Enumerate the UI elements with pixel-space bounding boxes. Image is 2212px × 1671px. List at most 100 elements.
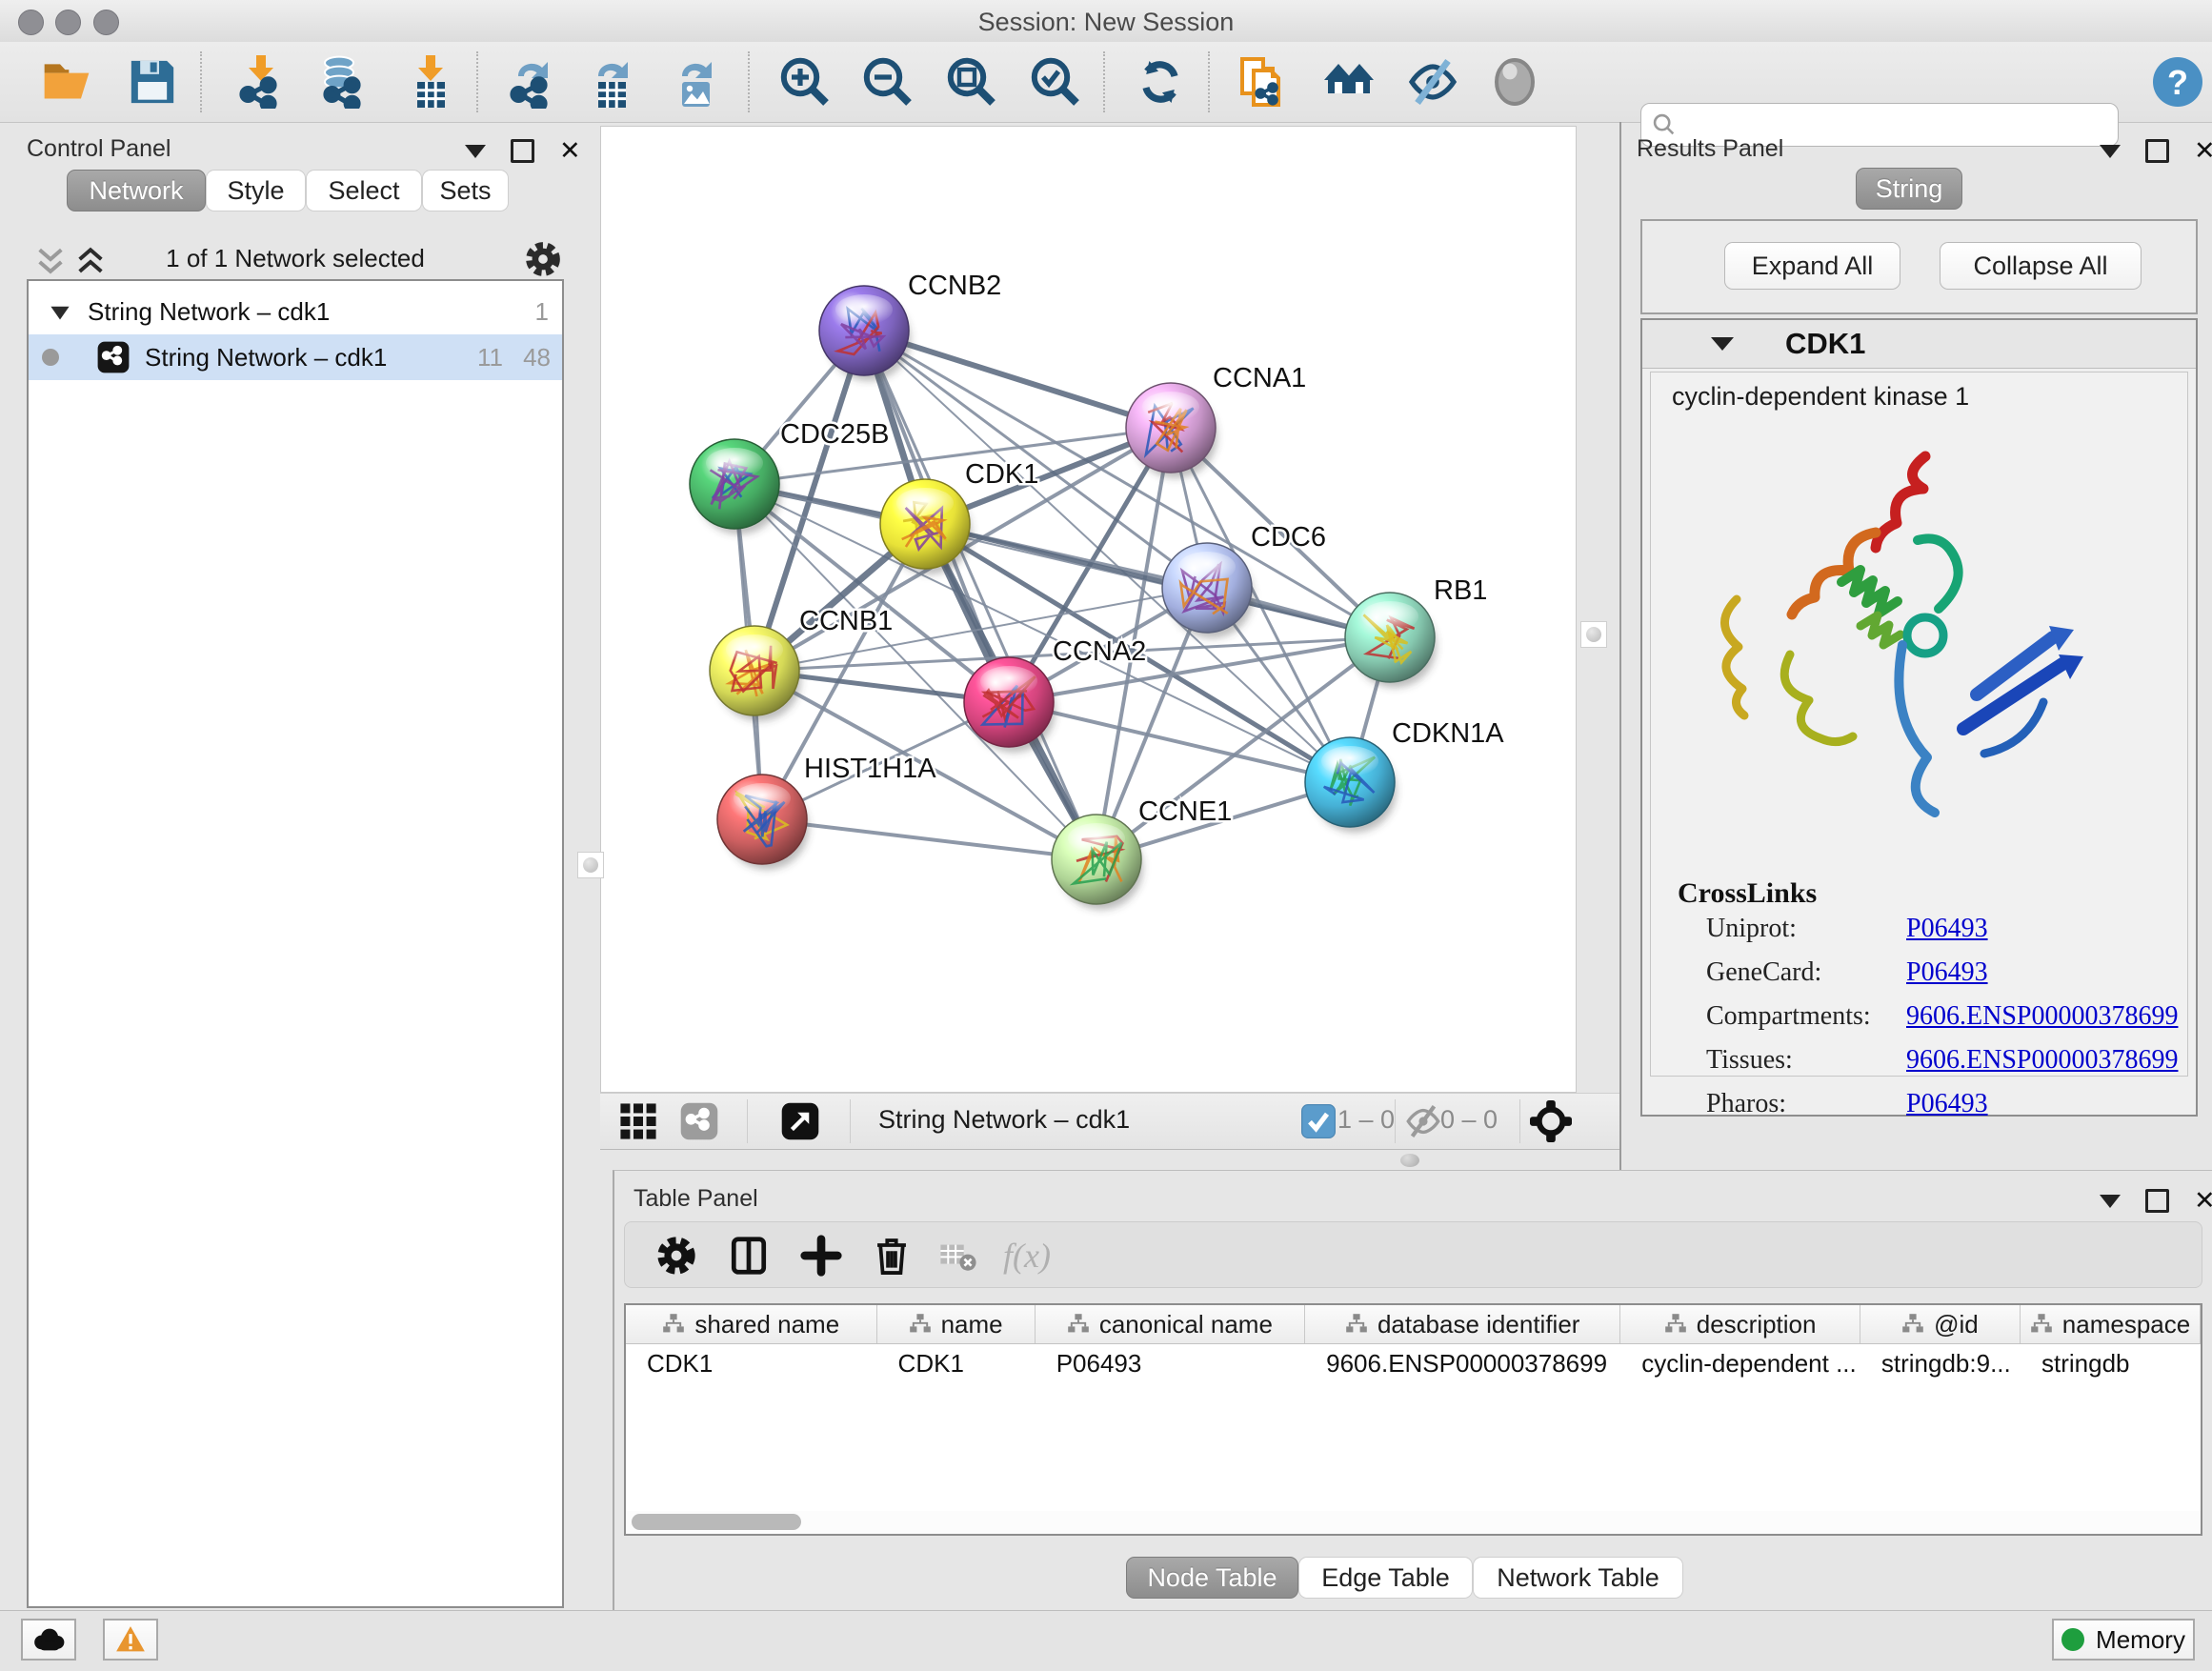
- export-image-icon[interactable]: [669, 55, 722, 109]
- add-column-icon[interactable]: [800, 1235, 842, 1277]
- network-node-HIST1H1A[interactable]: [717, 775, 809, 870]
- import-network-file-icon[interactable]: [234, 55, 288, 109]
- expand-all-button[interactable]: Expand All: [1724, 242, 1900, 290]
- network-node-CCNE1[interactable]: [1052, 815, 1143, 910]
- tab-style[interactable]: Style: [206, 170, 306, 211]
- column-header-canonical-name[interactable]: canonical name: [1036, 1305, 1305, 1343]
- node-table[interactable]: shared name name canonical name database id…: [624, 1303, 2202, 1536]
- column-header-description[interactable]: description: [1620, 1305, 1860, 1343]
- crosslink-link[interactable]: P06493: [1906, 914, 1988, 944]
- column-header-shared-name[interactable]: shared name: [626, 1305, 877, 1343]
- cloud-status-button[interactable]: [21, 1619, 76, 1661]
- network-node-CCNB1[interactable]: [710, 626, 801, 721]
- network-row-selected[interactable]: String Network – cdk1 11 48: [29, 334, 562, 380]
- tab-select[interactable]: Select: [306, 170, 422, 211]
- memory-button[interactable]: Memory: [2052, 1619, 2195, 1661]
- tab-network[interactable]: Network: [67, 170, 206, 211]
- tab-string[interactable]: String: [1856, 168, 1962, 210]
- zoom-selected-icon[interactable]: [1029, 55, 1082, 109]
- network-options-gear-icon[interactable]: [524, 240, 562, 278]
- network-node-label: RB1: [1434, 575, 1487, 606]
- tab-node-table[interactable]: Node Table: [1126, 1557, 1298, 1599]
- horizontal-splitter-handle[interactable]: [1400, 1154, 1419, 1167]
- network-view-icon[interactable]: [680, 1102, 718, 1140]
- column-header-namespace[interactable]: namespace: [2021, 1305, 2201, 1343]
- gene-section-header[interactable]: CDK1: [1642, 320, 2196, 369]
- delete-column-icon[interactable]: [871, 1235, 913, 1277]
- selected-indicator-checkbox[interactable]: [1301, 1104, 1336, 1138]
- table-cell[interactable]: stringdb: [2021, 1343, 2201, 1383]
- column-header-label: name: [941, 1310, 1003, 1339]
- crosslink-link[interactable]: 9606.ENSP00000378699: [1906, 1045, 2178, 1076]
- zoom-out-icon[interactable]: [861, 55, 915, 109]
- float-panel-icon[interactable]: [2145, 1189, 2169, 1213]
- open-session-icon[interactable]: [40, 55, 93, 109]
- toolbar-separator: [200, 51, 202, 112]
- network-graph[interactable]: CCNB2CCNA1CDC25BCDK1CDC6RB1CCNB1CCNA2CDK…: [601, 127, 1578, 1094]
- crosslink-link[interactable]: P06493: [1906, 957, 1988, 988]
- help-icon[interactable]: ?: [2151, 55, 2204, 109]
- birds-eye-toggle-icon[interactable]: [1530, 1100, 1572, 1142]
- warnings-button[interactable]: [103, 1619, 158, 1661]
- hide-selected-icon[interactable]: [1406, 55, 1459, 109]
- crosslink-link[interactable]: 9606.ENSP00000378699: [1906, 1001, 2178, 1032]
- column-header-label: database identifier: [1377, 1310, 1579, 1339]
- network-node-CCNA2[interactable]: [964, 657, 1056, 753]
- collapse-panel-icon[interactable]: [465, 145, 486, 158]
- network-node-CCNA1[interactable]: [1126, 383, 1217, 478]
- network-node-CDC6[interactable]: [1162, 543, 1254, 638]
- tab-network-table[interactable]: Network Table: [1473, 1557, 1683, 1599]
- network-node-RB1[interactable]: [1345, 593, 1437, 688]
- zoom-in-icon[interactable]: [778, 55, 832, 109]
- export-network-icon[interactable]: [505, 55, 558, 109]
- network-node-CDKN1A[interactable]: [1305, 737, 1397, 833]
- crosslink-label: Uniprot:: [1706, 914, 1797, 944]
- column-header--id[interactable]: @id: [1860, 1305, 2021, 1343]
- tab-edge-table[interactable]: Edge Table: [1298, 1557, 1473, 1599]
- table-cell[interactable]: P06493: [1036, 1343, 1305, 1383]
- gene-expand-icon[interactable]: [1711, 337, 1734, 351]
- scrollbar-thumb[interactable]: [632, 1514, 801, 1530]
- close-panel-icon[interactable]: ✕: [559, 138, 581, 164]
- zoom-fit-icon[interactable]: [945, 55, 998, 109]
- toggle-columns-icon[interactable]: [728, 1235, 770, 1277]
- duplicate-network-icon[interactable]: [1237, 55, 1290, 109]
- show-all-icon[interactable]: [1488, 55, 1541, 109]
- left-splitter-handle[interactable]: [577, 852, 604, 878]
- right-splitter-handle[interactable]: [1580, 621, 1607, 648]
- column-header-database-identifier[interactable]: database identifier: [1305, 1305, 1620, 1343]
- export-table-icon[interactable]: [585, 55, 638, 109]
- table-cell[interactable]: stringdb:9...: [1860, 1343, 2021, 1383]
- table-row[interactable]: CDK1CDK1P064939606.ENSP00000378699cyclin…: [626, 1343, 2201, 1383]
- crosslink-link[interactable]: P06493: [1906, 1089, 1988, 1119]
- tab-sets[interactable]: Sets: [422, 170, 509, 211]
- float-panel-icon[interactable]: [2145, 139, 2169, 163]
- table-cell[interactable]: cyclin-dependent ...: [1620, 1343, 1860, 1383]
- grid-view-icon[interactable]: [619, 1102, 657, 1140]
- import-network-database-icon[interactable]: [318, 55, 372, 109]
- network-collection-row[interactable]: String Network – cdk1 1: [29, 289, 562, 334]
- first-neighbors-icon[interactable]: [1322, 55, 1376, 109]
- crosslinks-title: CrossLinks: [1678, 877, 1817, 910]
- table-settings-gear-icon[interactable]: [655, 1235, 697, 1277]
- collapse-panel-icon[interactable]: [2100, 1195, 2121, 1208]
- apply-layout-icon[interactable]: [1134, 55, 1187, 109]
- network-node-CDC25B[interactable]: [690, 439, 781, 534]
- save-session-icon[interactable]: [126, 55, 179, 109]
- column-header-name[interactable]: name: [877, 1305, 1036, 1343]
- network-canvas[interactable]: CCNB2CCNA1CDC25BCDK1CDC6RB1CCNB1CCNA2CDK…: [600, 126, 1577, 1093]
- crosslink-row: Pharos:P06493: [1706, 1089, 2173, 1133]
- detach-view-icon[interactable]: [781, 1102, 819, 1140]
- table-horizontal-scrollbar[interactable]: [626, 1511, 2201, 1534]
- close-panel-icon[interactable]: ✕: [2194, 1188, 2212, 1214]
- float-panel-icon[interactable]: [511, 139, 534, 163]
- table-cell[interactable]: CDK1: [877, 1343, 1036, 1383]
- collection-expand-icon[interactable]: [50, 304, 70, 321]
- table-cell[interactable]: 9606.ENSP00000378699: [1305, 1343, 1620, 1383]
- import-table-icon[interactable]: [404, 55, 457, 109]
- network-edge[interactable]: [762, 819, 1096, 859]
- collapse-panel-icon[interactable]: [2100, 145, 2121, 158]
- table-cell[interactable]: CDK1: [626, 1343, 877, 1383]
- close-panel-icon[interactable]: ✕: [2194, 138, 2212, 164]
- collapse-all-button[interactable]: Collapse All: [1940, 242, 2142, 290]
